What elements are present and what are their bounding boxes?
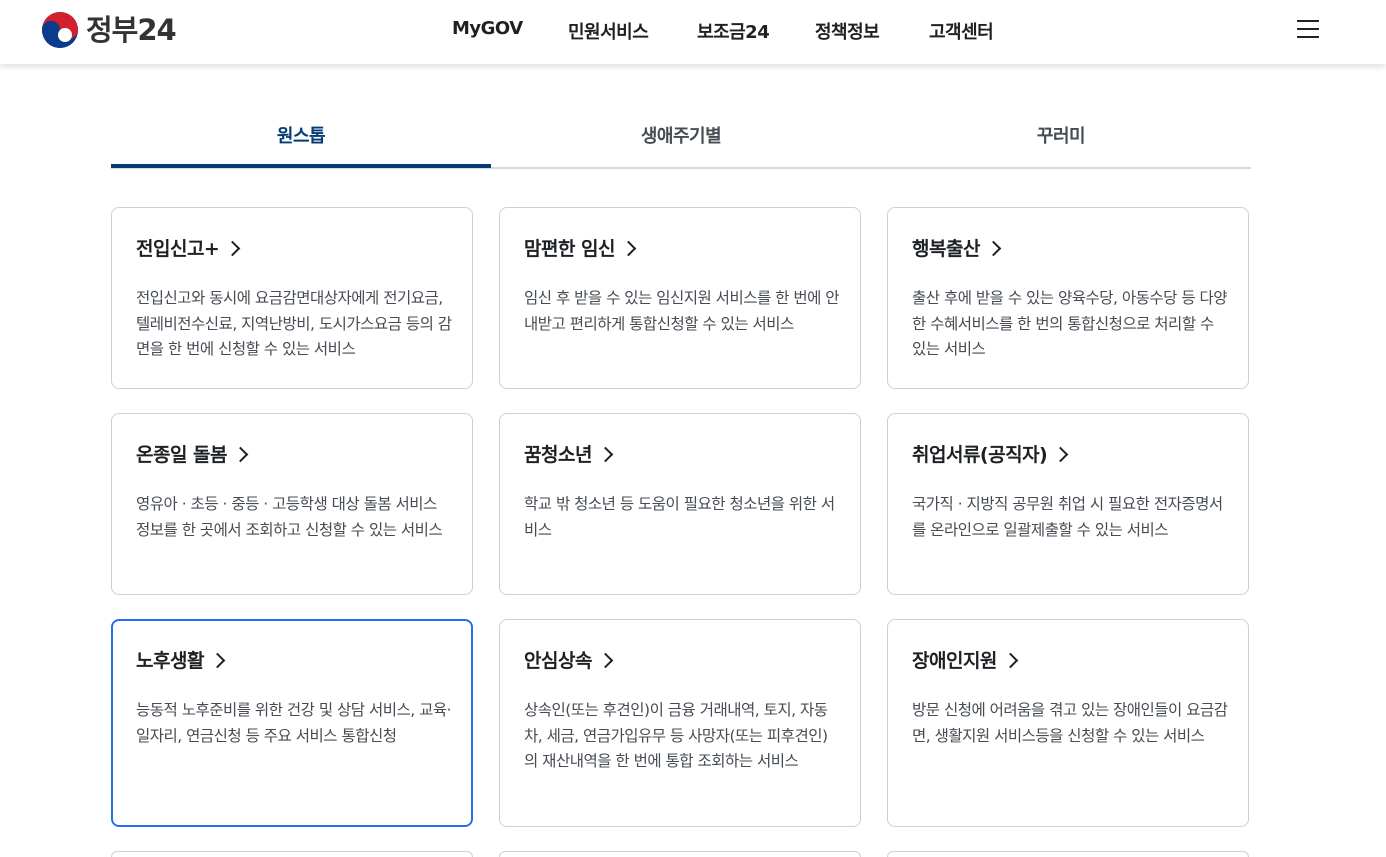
chevron-right-icon — [225, 240, 241, 257]
nav-civil-services[interactable]: 민원서비스 — [568, 18, 649, 44]
nav-mygov[interactable]: MyGOV — [452, 18, 523, 39]
nav-customer-center[interactable]: 고객센터 — [929, 18, 994, 44]
card-title: 안심상속 — [524, 646, 614, 673]
card-title: 행복출산 — [912, 234, 1002, 261]
tab-lifecycle[interactable]: 생애주기별 — [491, 114, 871, 165]
service-card[interactable] — [887, 851, 1249, 857]
chevron-right-icon — [597, 446, 614, 463]
card-description: 영유아 · 초등 · 중등 · 고등학생 대상 돌봄 서비스 정보를 한 곳에서… — [136, 495, 443, 539]
service-card[interactable]: 노후생활 능동적 노후준비를 위한 건강 및 상담 서비스, 교육·일자리, 연… — [111, 619, 473, 827]
card-description: 전입신고와 동시에 요금감면대상자에게 전기요금, 텔레비전수신료, 지역난방비… — [136, 289, 452, 358]
site-header: 정부24 MyGOV 민원서비스 보조금24 정책정보 고객센터 — [0, 0, 1386, 64]
service-card[interactable]: 전입신고+ 전입신고와 동시에 요금감면대상자에게 전기요금, 텔레비전수신료,… — [111, 207, 473, 389]
card-description: 국가직 · 지방직 공무원 취업 시 필요한 전자증명서를 온라인으로 일괄제출… — [912, 495, 1223, 539]
logo-text: 정부24 — [86, 12, 177, 47]
card-description: 임신 후 받을 수 있는 임신지원 서비스를 한 번에 안내받고 편리하게 통합… — [524, 289, 840, 333]
card-description: 학교 밖 청소년 등 도움이 필요한 청소년을 위한 서비스 — [524, 495, 835, 539]
chevron-right-icon — [209, 652, 226, 669]
chevron-right-icon — [1052, 446, 1069, 463]
service-card[interactable]: 꿈청소년 학교 밖 청소년 등 도움이 필요한 청소년을 위한 서비스 — [499, 413, 861, 595]
card-title: 꿈청소년 — [524, 440, 614, 467]
card-title: 온종일 돌봄 — [136, 440, 249, 467]
chevron-right-icon — [985, 240, 1002, 257]
chevron-right-icon — [1002, 652, 1019, 669]
service-card[interactable]: 맘편한 임신 임신 후 받을 수 있는 임신지원 서비스를 한 번에 안내받고 … — [499, 207, 861, 389]
service-card[interactable] — [499, 851, 861, 857]
card-description: 방문 신청에 어려움을 겪고 있는 장애인들이 요금감면, 생활지원 서비스등을… — [912, 701, 1228, 745]
service-tabs: 원스톱 생애주기별 꾸러미 — [111, 114, 1251, 169]
nav-policy-info[interactable]: 정책정보 — [815, 18, 880, 44]
card-description: 능동적 노후준비를 위한 건강 및 상담 서비스, 교육·일자리, 연금신청 등… — [136, 701, 452, 745]
chevron-right-icon — [597, 652, 614, 669]
card-title: 노후생활 — [136, 646, 226, 673]
tab-onestop[interactable]: 원스톱 — [111, 114, 491, 168]
taegeuk-logo-icon — [42, 12, 78, 48]
service-card[interactable]: 장애인지원 방문 신청에 어려움을 겪고 있는 장애인들이 요금감면, 생활지원… — [887, 619, 1249, 827]
card-title: 맘편한 임신 — [524, 234, 637, 261]
card-description: 상속인(또는 후견인)이 금융 거래내역, 토지, 자동차, 세금, 연금가입유… — [524, 701, 828, 770]
card-title: 전입신고+ — [136, 234, 241, 261]
gov24-logo[interactable]: 정부24 — [41, 11, 177, 49]
service-card[interactable]: 행복출산 출산 후에 받을 수 있는 양육수당, 아동수당 등 다양한 수혜서비… — [887, 207, 1249, 389]
hamburger-menu-icon[interactable] — [1297, 18, 1321, 40]
chevron-right-icon — [620, 240, 637, 257]
nav-subsidy24[interactable]: 보조금24 — [697, 18, 770, 44]
chevron-right-icon — [232, 446, 249, 463]
service-card[interactable] — [111, 851, 473, 857]
card-title: 취업서류(공직자) — [912, 440, 1069, 467]
card-description: 출산 후에 받을 수 있는 양육수당, 아동수당 등 다양한 수혜서비스를 한 … — [912, 289, 1228, 358]
service-card[interactable]: 취업서류(공직자) 국가직 · 지방직 공무원 취업 시 필요한 전자증명서를 … — [887, 413, 1249, 595]
service-card[interactable]: 온종일 돌봄 영유아 · 초등 · 중등 · 고등학생 대상 돌봄 서비스 정보… — [111, 413, 473, 595]
tab-bundle[interactable]: 꾸러미 — [871, 114, 1251, 165]
service-card[interactable]: 안심상속 상속인(또는 후견인)이 금융 거래내역, 토지, 자동차, 세금, … — [499, 619, 861, 827]
card-title: 장애인지원 — [912, 646, 1019, 673]
